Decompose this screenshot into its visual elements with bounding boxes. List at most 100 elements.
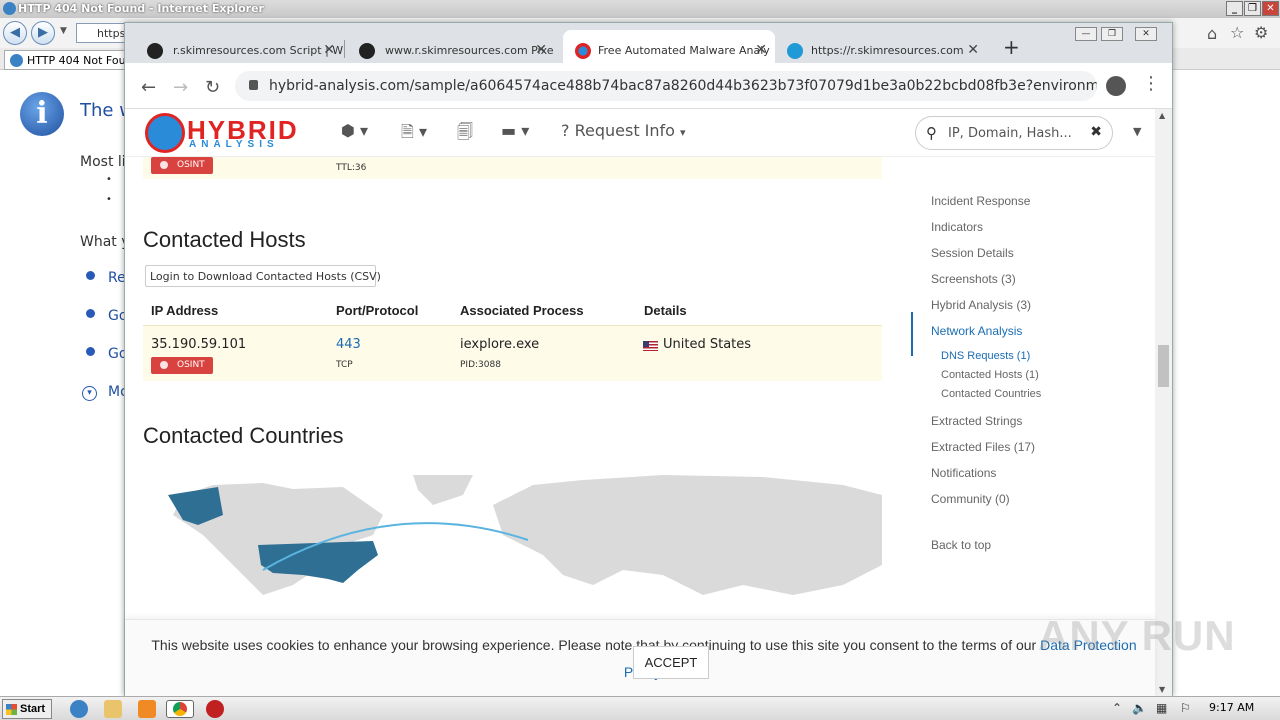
active-section-indicator	[911, 312, 913, 356]
scroll-down-arrow-icon[interactable]: ▼	[1159, 685, 1165, 694]
download-csv-button[interactable]: Login to Download Contacted Hosts (CSV)	[145, 265, 381, 287]
reload-icon[interactable]: ↻	[205, 77, 220, 98]
media-player-icon[interactable]	[138, 700, 156, 718]
tray-expand-icon[interactable]: ⌃	[1112, 701, 1122, 715]
accept-cookies-button[interactable]: ACCEPT	[633, 646, 709, 679]
ie-expand-icon[interactable]: ▾	[82, 386, 97, 401]
ie-home-icon[interactable]: ⌂	[1207, 24, 1217, 43]
osint-badge[interactable]: OSINT	[151, 357, 213, 374]
sidenav-item-extracted-files-17[interactable]: Extracted Files (17)	[931, 440, 1035, 454]
contacted-countries-heading: Contacted Countries	[143, 423, 344, 448]
omnibox-url[interactable]: hybrid-analysis.com/sample/a6064574ace48…	[235, 71, 1097, 101]
system-clock: 9:17 AM	[1209, 701, 1255, 714]
alert-app-icon[interactable]	[206, 700, 224, 718]
host-port-link[interactable]: 443	[336, 337, 361, 352]
spy-icon	[147, 43, 163, 59]
action-center-flag-icon[interactable]: ⚐	[1180, 701, 1191, 715]
ie-back-icon[interactable]: ◀	[3, 21, 27, 45]
sidenav-item-session-details[interactable]: Session Details	[931, 246, 1014, 260]
sidenav-item-back-to-top[interactable]: Back to top	[931, 538, 991, 552]
chrome-tab-2[interactable]: www.r.skimresources.com Pixe ✕	[337, 30, 555, 63]
us-flag-icon	[643, 341, 658, 351]
cookie-banner: This website uses cookies to enhance you…	[125, 619, 1155, 697]
documents-icon[interactable]: 🗐	[457, 121, 473, 148]
scrollbar-thumb[interactable]	[1158, 345, 1169, 387]
host-pid: PID:3088	[460, 360, 501, 370]
sidenav-item-contacted-countries[interactable]: Contacted Countries	[941, 388, 1041, 400]
close-icon[interactable]: ✕	[535, 42, 547, 58]
ie-maximize-button[interactable]: ❐	[1244, 1, 1261, 16]
ttl-value: TTL:36	[336, 163, 367, 173]
host-country: United States	[663, 337, 752, 352]
sidenav-item-hybrid-analysis-3[interactable]: Hybrid Analysis (3)	[931, 298, 1031, 312]
ie-bullet-icon	[86, 271, 95, 280]
close-icon[interactable]: ✕	[323, 42, 335, 58]
ie-taskbar-icon[interactable]	[70, 700, 88, 718]
chrome-tab-3-active[interactable]: Free Automated Malware Analy ✕	[563, 30, 775, 63]
ie-close-button[interactable]: ✕	[1262, 1, 1279, 16]
clear-search-icon[interactable]: ✖	[1090, 124, 1102, 140]
scroll-up-arrow-icon[interactable]: ▲	[1159, 111, 1165, 120]
request-info-menu[interactable]: ? Request Info ▾	[561, 121, 686, 140]
ie-bullet-dot: •	[106, 194, 112, 205]
request-info-label: Request Info	[574, 121, 675, 140]
cube-menu-icon[interactable]: ⬢ ▾	[341, 121, 368, 140]
sidenav-item-extracted-strings[interactable]: Extracted Strings	[931, 414, 1022, 428]
ie-window-title: HTTP 404 Not Found - Internet Explorer	[18, 2, 264, 15]
page-scrollbar[interactable]: ▲ ▼	[1155, 109, 1172, 697]
sidenav-item-network-analysis[interactable]: Network Analysis	[931, 324, 1022, 338]
chrome-close-button[interactable]: ✕	[1135, 27, 1157, 41]
chrome-tab-1[interactable]: r.skimresources.com Script | W ✕	[125, 30, 343, 63]
start-button[interactable]: Start	[2, 699, 52, 719]
search-icon: ⚲	[926, 124, 937, 142]
osint-badge[interactable]: OSINT	[151, 157, 213, 174]
chrome-tab-strip: r.skimresources.com Script | W ✕ www.r.s…	[125, 23, 1172, 63]
profile-avatar-icon[interactable]	[1106, 76, 1126, 96]
chrome-restore-button[interactable]: ❐	[1101, 27, 1123, 41]
volume-icon[interactable]: 🔈	[1132, 701, 1147, 715]
chrome-tab-4[interactable]: https://r.skimresources.com ✕	[775, 30, 987, 63]
folder-menu-icon[interactable]: ▬ ▾	[501, 121, 529, 140]
back-arrow-icon[interactable]: ←	[141, 77, 156, 98]
ie-address-bar[interactable]: https	[76, 23, 128, 43]
contacted-hosts-heading: Contacted Hosts	[143, 227, 306, 252]
site-header: HYBRID ANALYSIS ⬢ ▾ 🗎 ▾ 🗐 ▬ ▾ ? Request …	[125, 109, 1155, 157]
site-search-input[interactable]: ⚲ IP, Domain, Hash... ✖	[915, 116, 1113, 150]
sidenav-item-notifications[interactable]: Notifications	[931, 466, 996, 480]
network-icon[interactable]: ▦	[1156, 701, 1167, 715]
ie-tab-404[interactable]: HTTP 404 Not Found	[4, 50, 126, 70]
url-text: hybrid-analysis.com/sample/a6064574ace48…	[269, 78, 1097, 94]
hybrid-analysis-page: HYBRID ANALYSIS ⬢ ▾ 🗎 ▾ 🗐 ▬ ▾ ? Request …	[125, 109, 1155, 697]
sidenav-item-dns-requests-1[interactable]: DNS Requests (1)	[941, 350, 1030, 362]
ie-line-1: Most li	[80, 154, 126, 170]
sidenav-item-screenshots-3[interactable]: Screenshots (3)	[931, 272, 1016, 286]
ie-tools-gear-icon[interactable]: ⚙	[1254, 23, 1268, 42]
chrome-tab-label: r.skimresources.com Script | W	[173, 44, 343, 57]
search-options-caret-icon[interactable]: ▼	[1133, 125, 1141, 138]
host-ip: 35.190.59.101	[151, 337, 247, 352]
explorer-folder-icon[interactable]	[104, 700, 122, 718]
hybrid-logo-icon[interactable]	[145, 113, 185, 153]
ie-minimize-button[interactable]: _	[1226, 1, 1243, 16]
file-upload-menu-icon[interactable]: 🗎 ▾	[401, 121, 427, 148]
search-placeholder: IP, Domain, Hash...	[948, 126, 1072, 141]
caret-down-icon: ▾	[680, 126, 686, 139]
ie-history-dropdown-icon[interactable]: ▼	[60, 26, 67, 36]
new-tab-plus-icon[interactable]: +	[1003, 35, 1020, 59]
sidenav-item-community-0[interactable]: Community (0)	[931, 492, 1010, 506]
ie-bullet-icon	[86, 309, 95, 318]
col-details: Details	[644, 303, 687, 318]
ie-favorites-icon[interactable]: ☆	[1230, 23, 1244, 42]
col-associated-process: Associated Process	[460, 303, 584, 318]
sidenav-item-incident-response[interactable]: Incident Response	[931, 194, 1030, 208]
close-icon[interactable]: ✕	[967, 42, 979, 58]
sidenav-item-indicators[interactable]: Indicators	[931, 220, 983, 234]
host-process: iexplore.exe	[460, 337, 540, 352]
ie-forward-icon[interactable]: ▶	[31, 21, 55, 45]
chrome-minimize-button[interactable]: —	[1075, 27, 1097, 41]
forward-arrow-icon[interactable]: →	[173, 77, 188, 98]
chrome-taskbar-button[interactable]	[166, 700, 194, 718]
close-icon[interactable]: ✕	[755, 42, 767, 58]
kebab-menu-icon[interactable]: ⋮	[1142, 73, 1160, 94]
sidenav-item-contacted-hosts-1[interactable]: Contacted Hosts (1)	[941, 369, 1039, 381]
